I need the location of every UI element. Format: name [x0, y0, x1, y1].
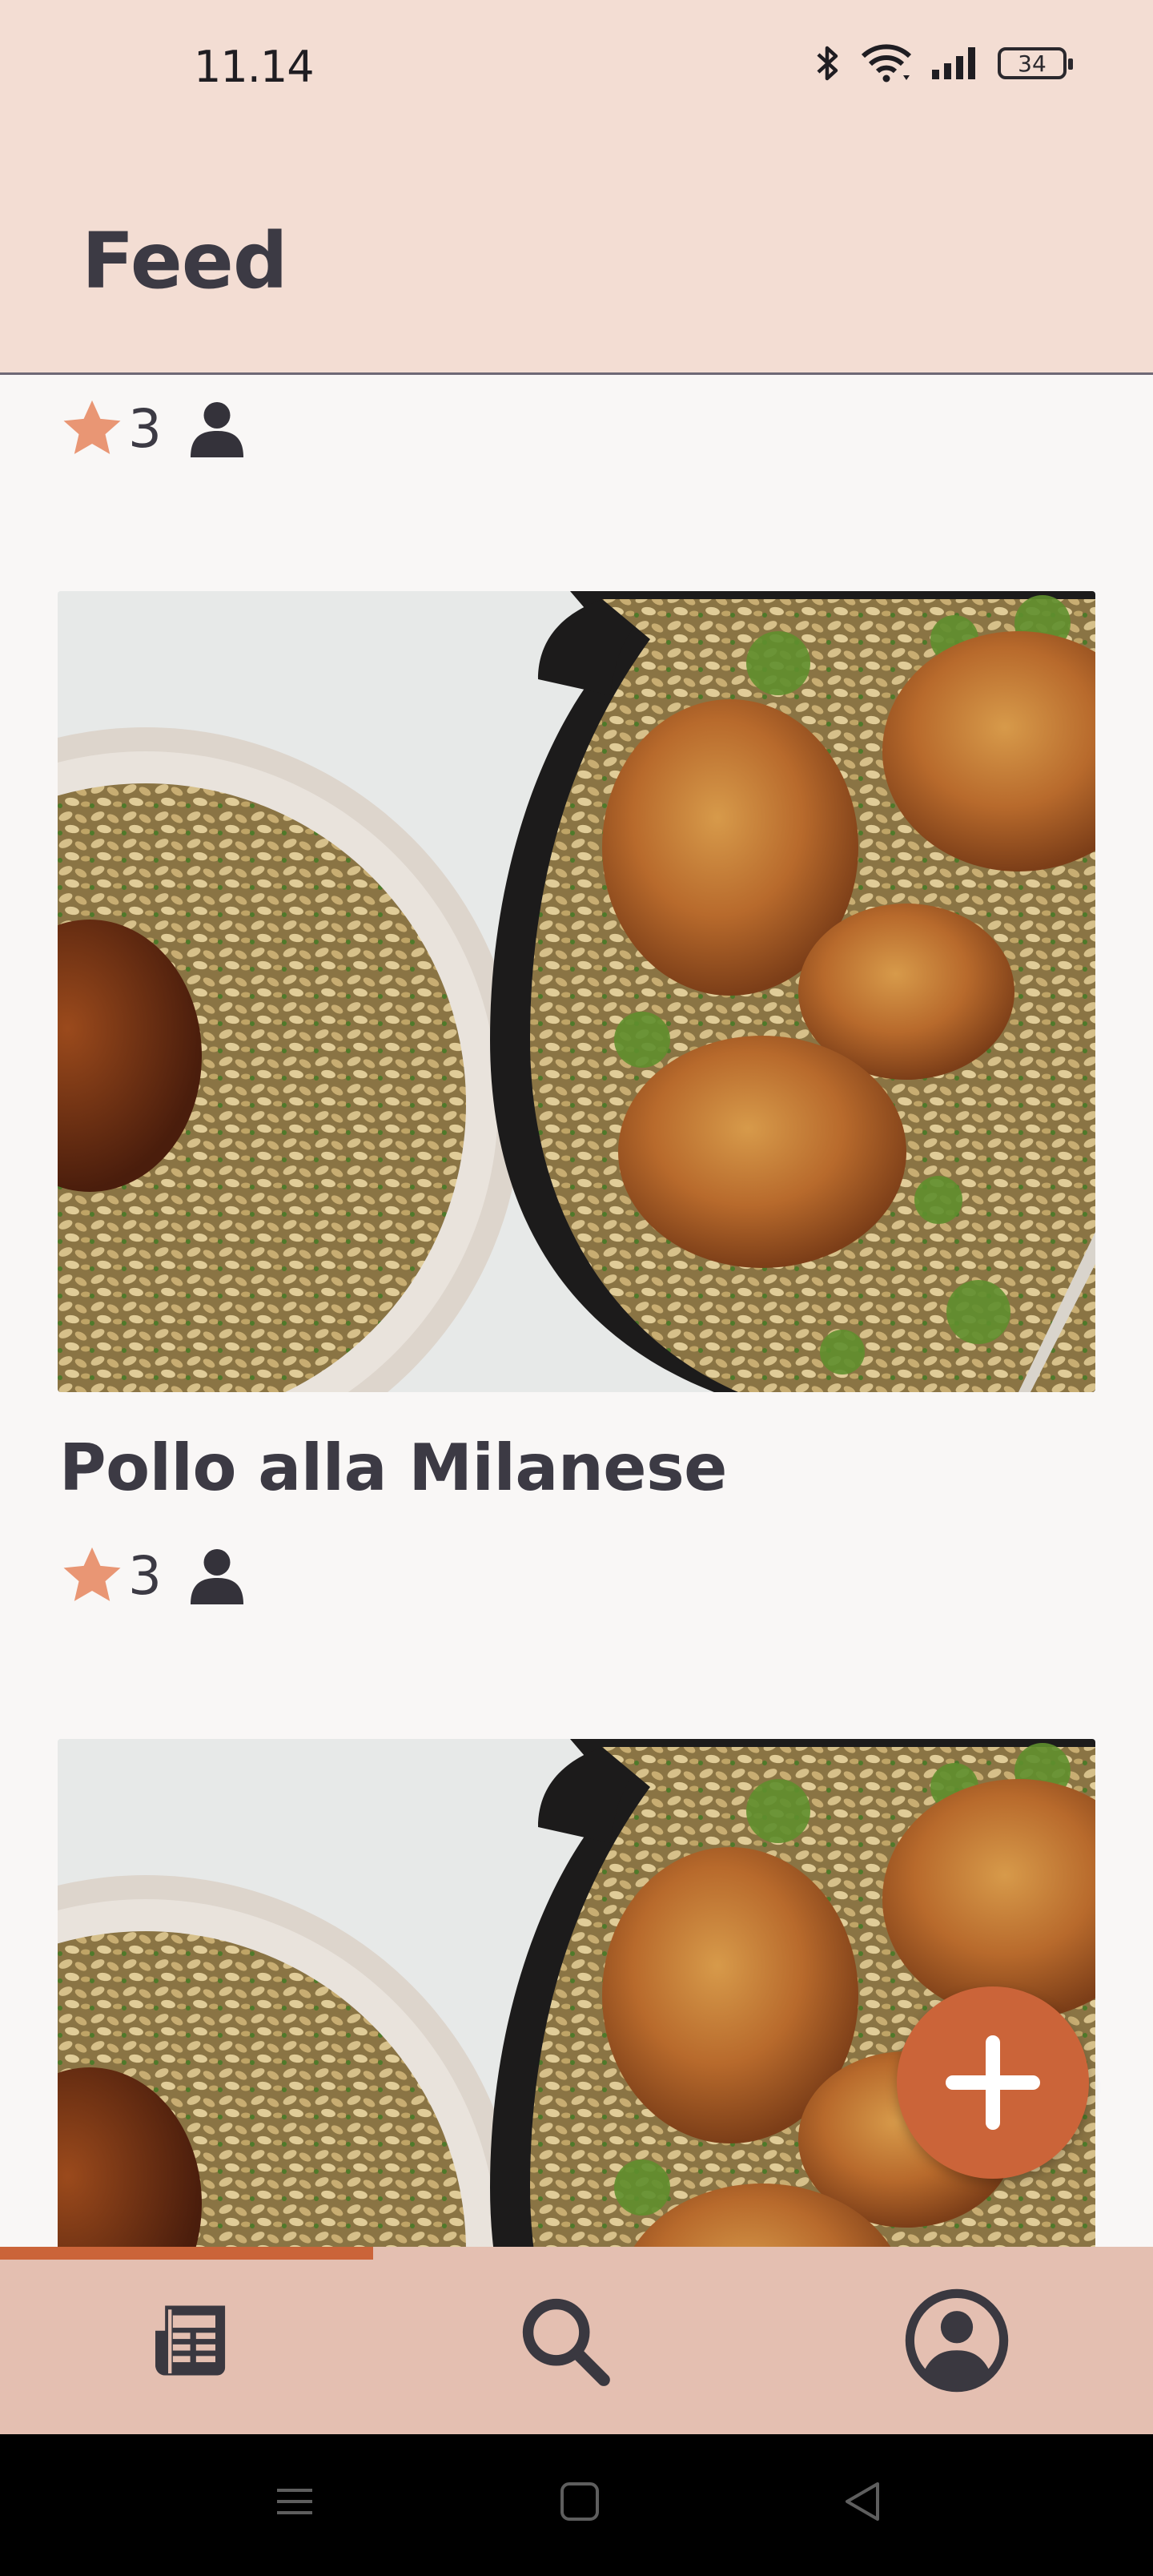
- star-icon: [63, 400, 121, 454]
- recipe-image[interactable]: [58, 1739, 1095, 2247]
- battery-level: 34: [1018, 50, 1047, 77]
- bluetooth-icon: [817, 46, 838, 81]
- rating-count: 3: [128, 1544, 162, 1607]
- person-icon[interactable]: [191, 1547, 243, 1604]
- rating-count: 3: [128, 397, 162, 460]
- account-circle-icon: [905, 2288, 1009, 2393]
- nav-search-tab[interactable]: [372, 2247, 757, 2434]
- recipe-image[interactable]: [58, 591, 1095, 1392]
- recipe-photo: [58, 591, 1095, 1392]
- bottom-navigation: [0, 2247, 1153, 2434]
- page-title: Feed: [82, 216, 288, 306]
- status-icons: 34: [814, 43, 1073, 83]
- battery-indicator: 34: [998, 47, 1073, 79]
- person-icon[interactable]: [191, 400, 243, 457]
- system-navigation-bar: [0, 2434, 1153, 2576]
- wifi-icon: [861, 44, 912, 83]
- recipe-photo: [58, 1739, 1095, 2247]
- add-recipe-button[interactable]: [897, 1986, 1089, 2179]
- nav-profile-tab[interactable]: [765, 2247, 1149, 2434]
- home-icon[interactable]: [557, 2479, 602, 2524]
- feed-list[interactable]: 3 Pollo alla Milanese 3: [0, 377, 1153, 2247]
- recipe-meta-partial: 3: [58, 388, 243, 469]
- feed-icon: [155, 2305, 226, 2376]
- search-icon: [522, 2298, 610, 2386]
- back-icon[interactable]: [841, 2479, 886, 2524]
- status-time: 11.14: [194, 42, 315, 92]
- nav-feed-tab[interactable]: [0, 2247, 384, 2434]
- recipe-meta: 3: [58, 1536, 243, 1616]
- plus-icon: [946, 2035, 1040, 2130]
- recipe-title[interactable]: Pollo alla Milanese: [59, 1431, 727, 1505]
- signal-icon: [932, 47, 975, 79]
- menu-icon[interactable]: [272, 2479, 317, 2524]
- star-icon: [63, 1547, 121, 1601]
- app-header: 11.14 34 Feed: [0, 0, 1153, 375]
